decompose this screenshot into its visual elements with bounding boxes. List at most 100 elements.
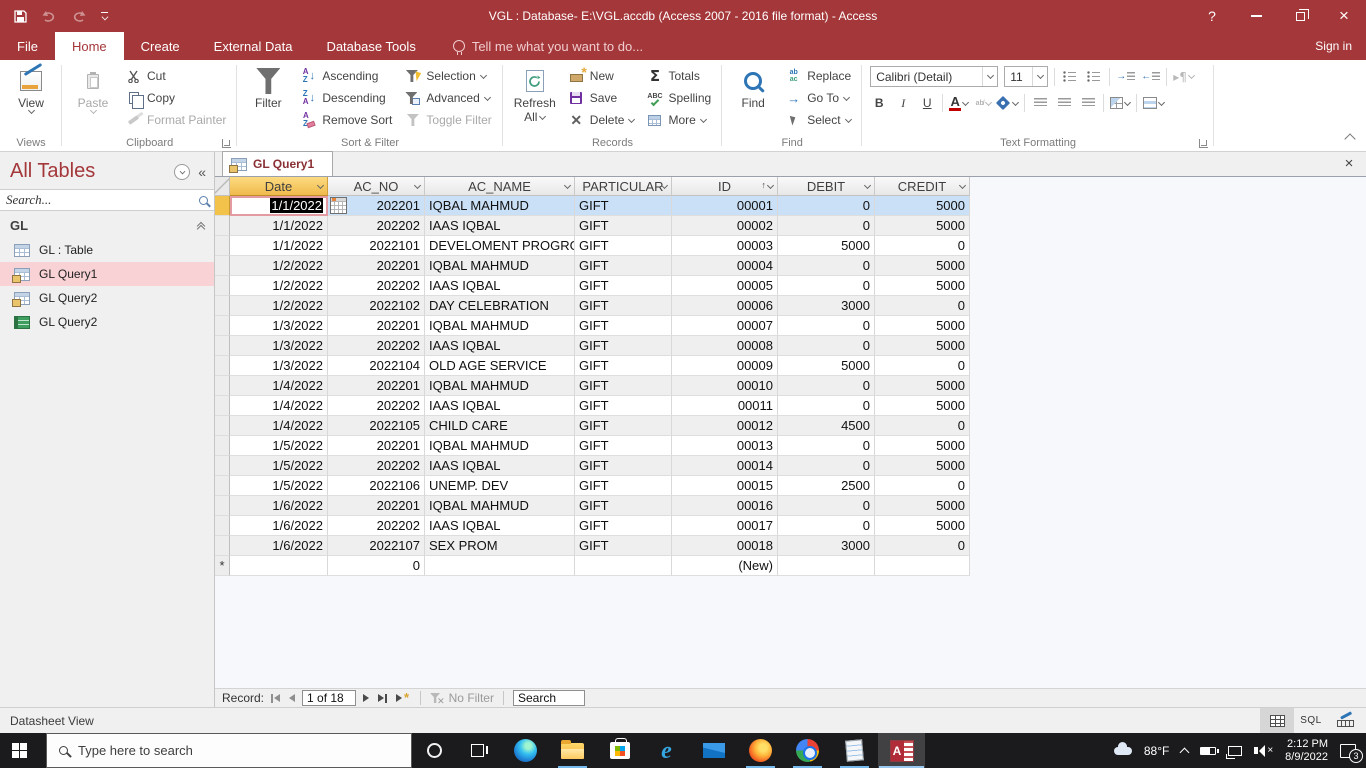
cell[interactable]: 00006 xyxy=(672,296,778,316)
task-view-button[interactable] xyxy=(456,733,498,768)
cell[interactable]: GIFT xyxy=(575,236,672,256)
cell[interactable]: 0 xyxy=(875,356,970,376)
highlight-color-button[interactable]: ab̸ xyxy=(974,93,992,113)
row-selector[interactable] xyxy=(215,456,230,476)
cell[interactable]: 1/5/2022 xyxy=(230,476,328,496)
tab-create[interactable]: Create xyxy=(124,32,197,60)
cell[interactable]: OLD AGE SERVICE xyxy=(425,356,575,376)
column-header-id[interactable]: ID↑ xyxy=(672,177,778,196)
increase-indent-button[interactable]: ← xyxy=(1141,67,1160,87)
toggle-filter-button[interactable]: Toggle Filter xyxy=(401,109,494,131)
cell[interactable]: 0 xyxy=(778,336,875,356)
align-center-button[interactable] xyxy=(1055,93,1073,113)
cell[interactable]: 1/2/2022 xyxy=(230,296,328,316)
row-selector[interactable] xyxy=(215,236,230,256)
cell[interactable]: 1/1/2022 xyxy=(230,216,328,236)
cell[interactable]: 5000 xyxy=(875,196,970,216)
hidden-icons-chevron-icon[interactable] xyxy=(1180,747,1190,757)
cell[interactable]: 202201 xyxy=(328,316,425,336)
view-button[interactable]: View xyxy=(8,63,54,113)
cell[interactable]: 1/1/2022 xyxy=(230,236,328,256)
date-picker-icon[interactable] xyxy=(330,197,347,214)
nav-item-gl-query2[interactable]: GL Query2 xyxy=(0,286,214,310)
cell[interactable]: (New) xyxy=(672,556,778,576)
cell[interactable]: IAAS IQBAL xyxy=(425,216,575,236)
cell[interactable]: 5000 xyxy=(875,276,970,296)
cell[interactable]: GIFT xyxy=(575,376,672,396)
cell[interactable]: 202202 xyxy=(328,456,425,476)
row-selector[interactable] xyxy=(215,296,230,316)
cell[interactable]: IQBAL MAHMUD xyxy=(425,496,575,516)
taskbar-app-edge[interactable] xyxy=(502,733,549,768)
cell[interactable]: 5000 xyxy=(875,516,970,536)
cell[interactable]: 00001 xyxy=(672,196,778,216)
column-header-ac-no[interactable]: AC_NO xyxy=(328,177,425,196)
ascending-button[interactable]: AZ↓Ascending xyxy=(297,65,395,87)
cell[interactable]: GIFT xyxy=(575,456,672,476)
cell[interactable]: GIFT xyxy=(575,396,672,416)
cell[interactable]: 00008 xyxy=(672,336,778,356)
row-selector[interactable] xyxy=(215,476,230,496)
cell[interactable] xyxy=(875,556,970,576)
cell[interactable]: IAAS IQBAL xyxy=(425,396,575,416)
paragraph-direction-button[interactable]: ▸¶ xyxy=(1173,67,1194,87)
cell[interactable] xyxy=(425,556,575,576)
cell[interactable]: 202201 xyxy=(328,436,425,456)
temperature-label[interactable]: 88°F xyxy=(1144,744,1169,758)
font-color-button[interactable]: A xyxy=(949,93,968,113)
cell[interactable]: 0 xyxy=(778,436,875,456)
spelling-button[interactable]: ABCSpelling xyxy=(643,87,714,109)
clock[interactable]: 2:12 PM 8/9/2022 xyxy=(1285,738,1328,764)
cell[interactable]: 00011 xyxy=(672,396,778,416)
paste-button[interactable]: Paste xyxy=(70,63,116,113)
sign-in-link[interactable]: Sign in xyxy=(1315,32,1352,60)
selection-button[interactable]: Selection xyxy=(401,65,494,87)
cell[interactable]: 5000 xyxy=(875,316,970,336)
restore-button[interactable] xyxy=(1278,0,1322,32)
cell[interactable]: 2022101 xyxy=(328,236,425,256)
cell[interactable]: GIFT xyxy=(575,516,672,536)
cell[interactable]: 0 xyxy=(778,256,875,276)
taskbar-app-internet-explorer[interactable]: e xyxy=(643,733,690,768)
cell[interactable]: 3000 xyxy=(778,536,875,556)
tab-external-data[interactable]: External Data xyxy=(197,32,310,60)
cell[interactable]: 00014 xyxy=(672,456,778,476)
cell[interactable]: GIFT xyxy=(575,536,672,556)
tab-file[interactable]: File xyxy=(0,32,55,60)
copy-button[interactable]: Copy xyxy=(122,87,229,109)
cell[interactable]: 00002 xyxy=(672,216,778,236)
cell[interactable]: GIFT xyxy=(575,276,672,296)
column-dropdown-icon[interactable] xyxy=(864,182,871,189)
cell[interactable]: 1/6/2022 xyxy=(230,516,328,536)
start-button[interactable] xyxy=(0,733,46,768)
cell[interactable]: 202202 xyxy=(328,216,425,236)
cell[interactable]: 1/2/2022 xyxy=(230,256,328,276)
cell[interactable]: 1/1/2022 xyxy=(230,196,328,216)
cell[interactable]: IQBAL MAHMUD xyxy=(425,436,575,456)
row-selector[interactable] xyxy=(215,416,230,436)
nav-search-input[interactable]: Search... xyxy=(0,189,214,211)
more-button[interactable]: More xyxy=(643,109,714,131)
row-selector[interactable] xyxy=(215,356,230,376)
network-icon[interactable] xyxy=(1228,746,1242,756)
tell-me-box[interactable]: Tell me what you want to do... xyxy=(433,32,643,60)
descending-button[interactable]: ZA↓Descending xyxy=(297,87,395,109)
align-right-button[interactable] xyxy=(1079,93,1097,113)
cell[interactable]: 1/3/2022 xyxy=(230,316,328,336)
taskbar-app-file-explorer[interactable] xyxy=(549,733,596,768)
new-row-selector[interactable]: * xyxy=(215,556,230,576)
cell[interactable]: 00004 xyxy=(672,256,778,276)
column-header-particular[interactable]: PARTICULAR xyxy=(575,177,672,196)
action-center-icon[interactable]: 3 xyxy=(1340,744,1356,758)
cell[interactable]: CHILD CARE xyxy=(425,416,575,436)
cell[interactable]: GIFT xyxy=(575,216,672,236)
cell[interactable]: 0 xyxy=(875,476,970,496)
cell[interactable]: IQBAL MAHMUD xyxy=(425,376,575,396)
filter-button[interactable]: Filter xyxy=(245,63,291,110)
new-record-button[interactable]: New xyxy=(565,65,638,87)
cell[interactable]: 0 xyxy=(875,236,970,256)
cell[interactable]: 0 xyxy=(875,296,970,316)
cell[interactable]: 1/4/2022 xyxy=(230,416,328,436)
row-selector[interactable] xyxy=(215,216,230,236)
row-selector[interactable] xyxy=(215,396,230,416)
